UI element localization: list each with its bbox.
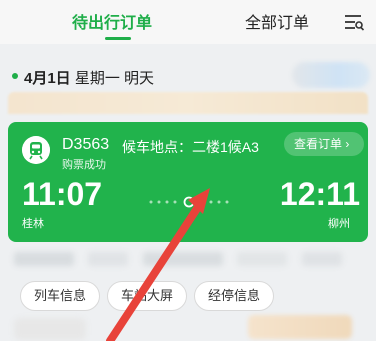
departure-time: 11:07 bbox=[22, 176, 103, 212]
blurred-card-header bbox=[8, 92, 368, 114]
route-dots-icon bbox=[149, 196, 229, 208]
arrival-station: 柳州 bbox=[328, 218, 350, 230]
ticket-status: 购票成功 bbox=[62, 159, 106, 171]
station-screen-button[interactable]: 车站大屏 bbox=[107, 281, 187, 311]
trip-relative-day: 明天 bbox=[124, 70, 155, 87]
tab-pending-orders[interactable]: 待出行订单 bbox=[72, 9, 152, 33]
filter-list-icon[interactable] bbox=[343, 12, 365, 32]
trip-weekday: 星期一 bbox=[74, 70, 120, 87]
blurred-footer-left bbox=[14, 318, 86, 340]
train-number: D3563 bbox=[62, 136, 110, 153]
train-info-button[interactable]: 列车信息 bbox=[20, 281, 100, 311]
view-order-button[interactable]: 查看订单 › bbox=[284, 132, 364, 156]
order-tabs: 待出行订单 全部订单 bbox=[0, 0, 376, 44]
tab-all-orders[interactable]: 全部订单 bbox=[245, 9, 309, 33]
blurred-info-row bbox=[14, 252, 364, 274]
blurred-footer-right bbox=[248, 315, 352, 339]
blurred-pill bbox=[292, 62, 370, 88]
departure-station: 桂林 bbox=[22, 218, 44, 230]
stops-info-button[interactable]: 经停信息 bbox=[194, 281, 274, 311]
order-card[interactable]: D3563 候车地点：二楼1候A3 购票成功 查看订单 › 11:07 桂林 1… bbox=[8, 122, 368, 242]
tab-active-indicator bbox=[105, 37, 131, 40]
date-dot-icon bbox=[12, 73, 18, 79]
waiting-location: 候车地点：二楼1候A3 bbox=[122, 139, 259, 155]
trip-date-day: 4月1日 bbox=[24, 70, 71, 87]
trip-date: 4月1日 星期一 明天 bbox=[24, 67, 154, 88]
arrival-time: 12:11 bbox=[279, 176, 360, 212]
train-icon bbox=[22, 136, 50, 164]
